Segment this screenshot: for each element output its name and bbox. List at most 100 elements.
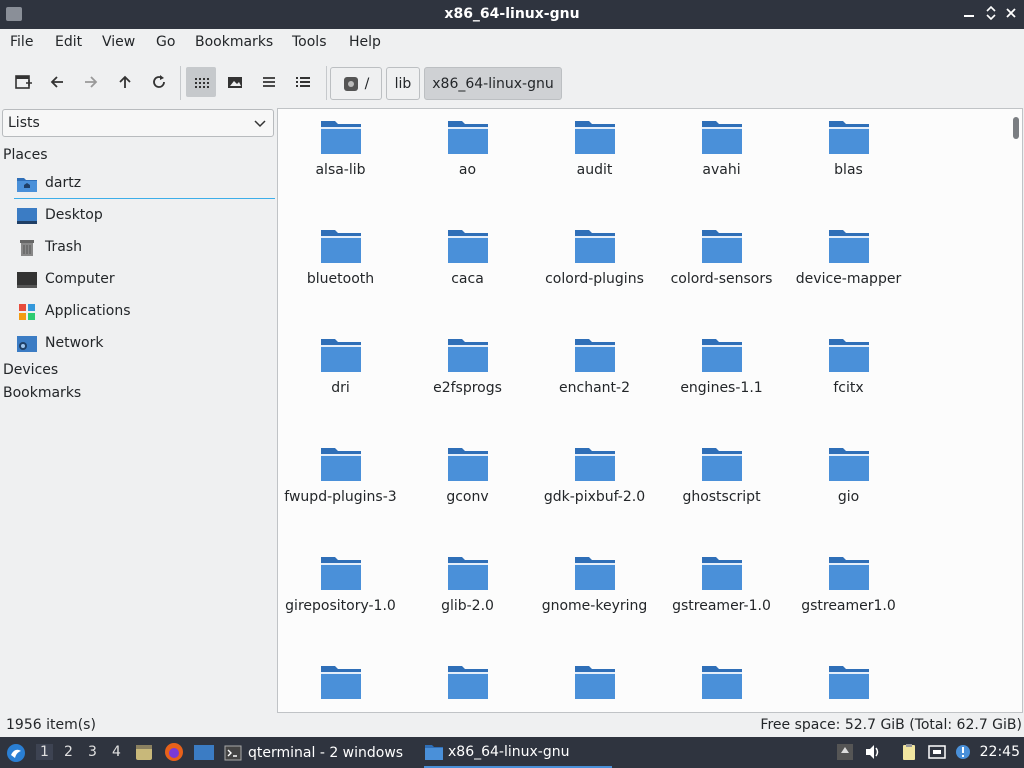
folder-item[interactable]: enchant-2 [532, 327, 657, 427]
folder-item[interactable]: ghostscript [659, 436, 784, 536]
folder-item[interactable]: e2fsprogs [405, 327, 530, 427]
menu-tools[interactable]: Tools [292, 34, 327, 50]
minimize-button[interactable] [962, 6, 976, 22]
folder-item[interactable]: dri [278, 327, 403, 427]
task-file-manager[interactable]: x86_64-linux-gnu [424, 737, 612, 768]
folder-item[interactable] [659, 654, 784, 712]
folder-item[interactable] [405, 654, 530, 712]
notifications-icon[interactable] [954, 743, 972, 761]
folder-item[interactable]: colord-plugins [532, 218, 657, 318]
folder-item[interactable]: gstreamer-1.0 [659, 545, 784, 645]
breadcrumb-root[interactable]: / [330, 67, 382, 100]
back-button[interactable] [42, 67, 72, 97]
new-window-button[interactable] [8, 67, 38, 97]
folder-item[interactable] [532, 654, 657, 712]
scrollbar-thumb[interactable] [1013, 117, 1019, 139]
desktop-launcher-icon[interactable] [193, 742, 215, 762]
firefox-icon[interactable] [164, 742, 184, 762]
start-menu-icon[interactable] [6, 743, 26, 763]
sidebar-item-dartz[interactable]: dartz [14, 169, 275, 199]
sidebar-item-trash[interactable]: Trash [14, 233, 275, 263]
up-button[interactable] [110, 67, 140, 97]
folder-item[interactable]: bluetooth [278, 218, 403, 318]
vertical-scrollbar[interactable] [1013, 115, 1019, 709]
folder-item[interactable]: girepository-1.0 [278, 545, 403, 645]
menu-view[interactable]: View [102, 34, 135, 50]
folder-item[interactable]: colord-sensors [659, 218, 784, 318]
folder-item[interactable]: engines-1.1 [659, 327, 784, 427]
sidebar-item-network[interactable]: Network [14, 329, 275, 359]
folder-item[interactable]: glib-2.0 [405, 545, 530, 645]
folder-icon [702, 448, 742, 481]
workspace-4[interactable]: 4 [112, 744, 121, 760]
close-button[interactable] [1004, 6, 1018, 22]
thumbnail-view-button[interactable] [220, 67, 250, 97]
workspace-1[interactable]: 1 [36, 744, 53, 760]
workspace-2[interactable]: 2 [64, 744, 73, 760]
folder-item[interactable]: fcitx [786, 327, 911, 427]
taskbar: 1 2 3 4 qterminal - 2 windows x86_64-lin… [0, 737, 1024, 768]
compact-view-button[interactable] [254, 67, 284, 97]
folder-item[interactable]: caca [405, 218, 530, 318]
folder-name: fwupd-plugins-3 [284, 489, 397, 505]
sidebar-item-computer[interactable]: Computer [14, 265, 275, 295]
folder-item[interactable]: alsa-lib [278, 109, 403, 209]
drive-icon [343, 76, 358, 91]
folder-icon [448, 666, 488, 699]
title-bar: x86_64-linux-gnu [0, 0, 1024, 29]
bookmarks-heading[interactable]: Bookmarks [3, 385, 81, 401]
detailed-list-button[interactable] [288, 67, 318, 97]
folder-item[interactable]: blas [786, 109, 911, 209]
maximize-button[interactable] [984, 5, 998, 22]
volume-icon[interactable] [864, 743, 882, 761]
file-manager-launcher-icon[interactable] [134, 742, 154, 762]
folder-icon [702, 557, 742, 590]
folder-icon [829, 339, 869, 372]
folder-item[interactable] [786, 654, 911, 712]
folder-name: gstreamer-1.0 [672, 598, 771, 614]
folder-item[interactable]: gio [786, 436, 911, 536]
devices-heading[interactable]: Devices [3, 362, 58, 378]
chevron-down-icon [254, 120, 266, 128]
forward-button[interactable] [76, 67, 106, 97]
up-icon [119, 75, 131, 88]
folder-item[interactable]: fwupd-plugins-3 [278, 436, 403, 536]
folder-icon [575, 448, 615, 481]
updates-icon[interactable] [836, 743, 854, 761]
folder-icon [829, 230, 869, 263]
folder-item[interactable]: gnome-keyring [532, 545, 657, 645]
breadcrumb-item-current[interactable]: x86_64-linux-gnu [424, 67, 562, 100]
icon-view-button[interactable] [186, 67, 216, 97]
folder-item[interactable]: gstreamer1.0 [786, 545, 911, 645]
breadcrumb-item-lib[interactable]: lib [386, 67, 420, 100]
folder-icon [575, 121, 615, 154]
folder-name: gnome-keyring [541, 598, 648, 614]
workspace-3[interactable]: 3 [88, 744, 97, 760]
folder-icon [448, 339, 488, 372]
clipboard-icon[interactable] [900, 743, 918, 761]
menu-edit[interactable]: Edit [55, 34, 82, 50]
menu-bookmarks[interactable]: Bookmarks [195, 34, 273, 50]
network-status-icon[interactable] [928, 743, 946, 761]
sidebar-item-applications[interactable]: Applications [14, 297, 275, 327]
folder-item[interactable] [278, 654, 403, 712]
task-qterminal[interactable]: qterminal - 2 windows [224, 737, 414, 768]
sidebar-item-label: Desktop [45, 207, 103, 223]
folder-item[interactable]: device-mapper [786, 218, 911, 318]
reload-button[interactable] [144, 67, 174, 97]
sidebar-mode-select[interactable]: Lists [2, 109, 274, 137]
folder-item[interactable]: avahi [659, 109, 784, 209]
folder-item[interactable]: gconv [405, 436, 530, 536]
folder-icon [829, 448, 869, 481]
folder-item[interactable]: audit [532, 109, 657, 209]
folder-item[interactable]: gdk-pixbuf-2.0 [532, 436, 657, 536]
folder-name: avahi [702, 162, 741, 178]
folder-name: glib-2.0 [441, 598, 494, 614]
menu-help[interactable]: Help [349, 34, 381, 50]
menu-go[interactable]: Go [156, 34, 175, 50]
compact-view-icon [263, 77, 275, 87]
folder-item[interactable]: ao [405, 109, 530, 209]
menu-file[interactable]: File [10, 34, 33, 50]
folder-icon [702, 230, 742, 263]
sidebar-item-desktop[interactable]: Desktop [14, 201, 275, 231]
